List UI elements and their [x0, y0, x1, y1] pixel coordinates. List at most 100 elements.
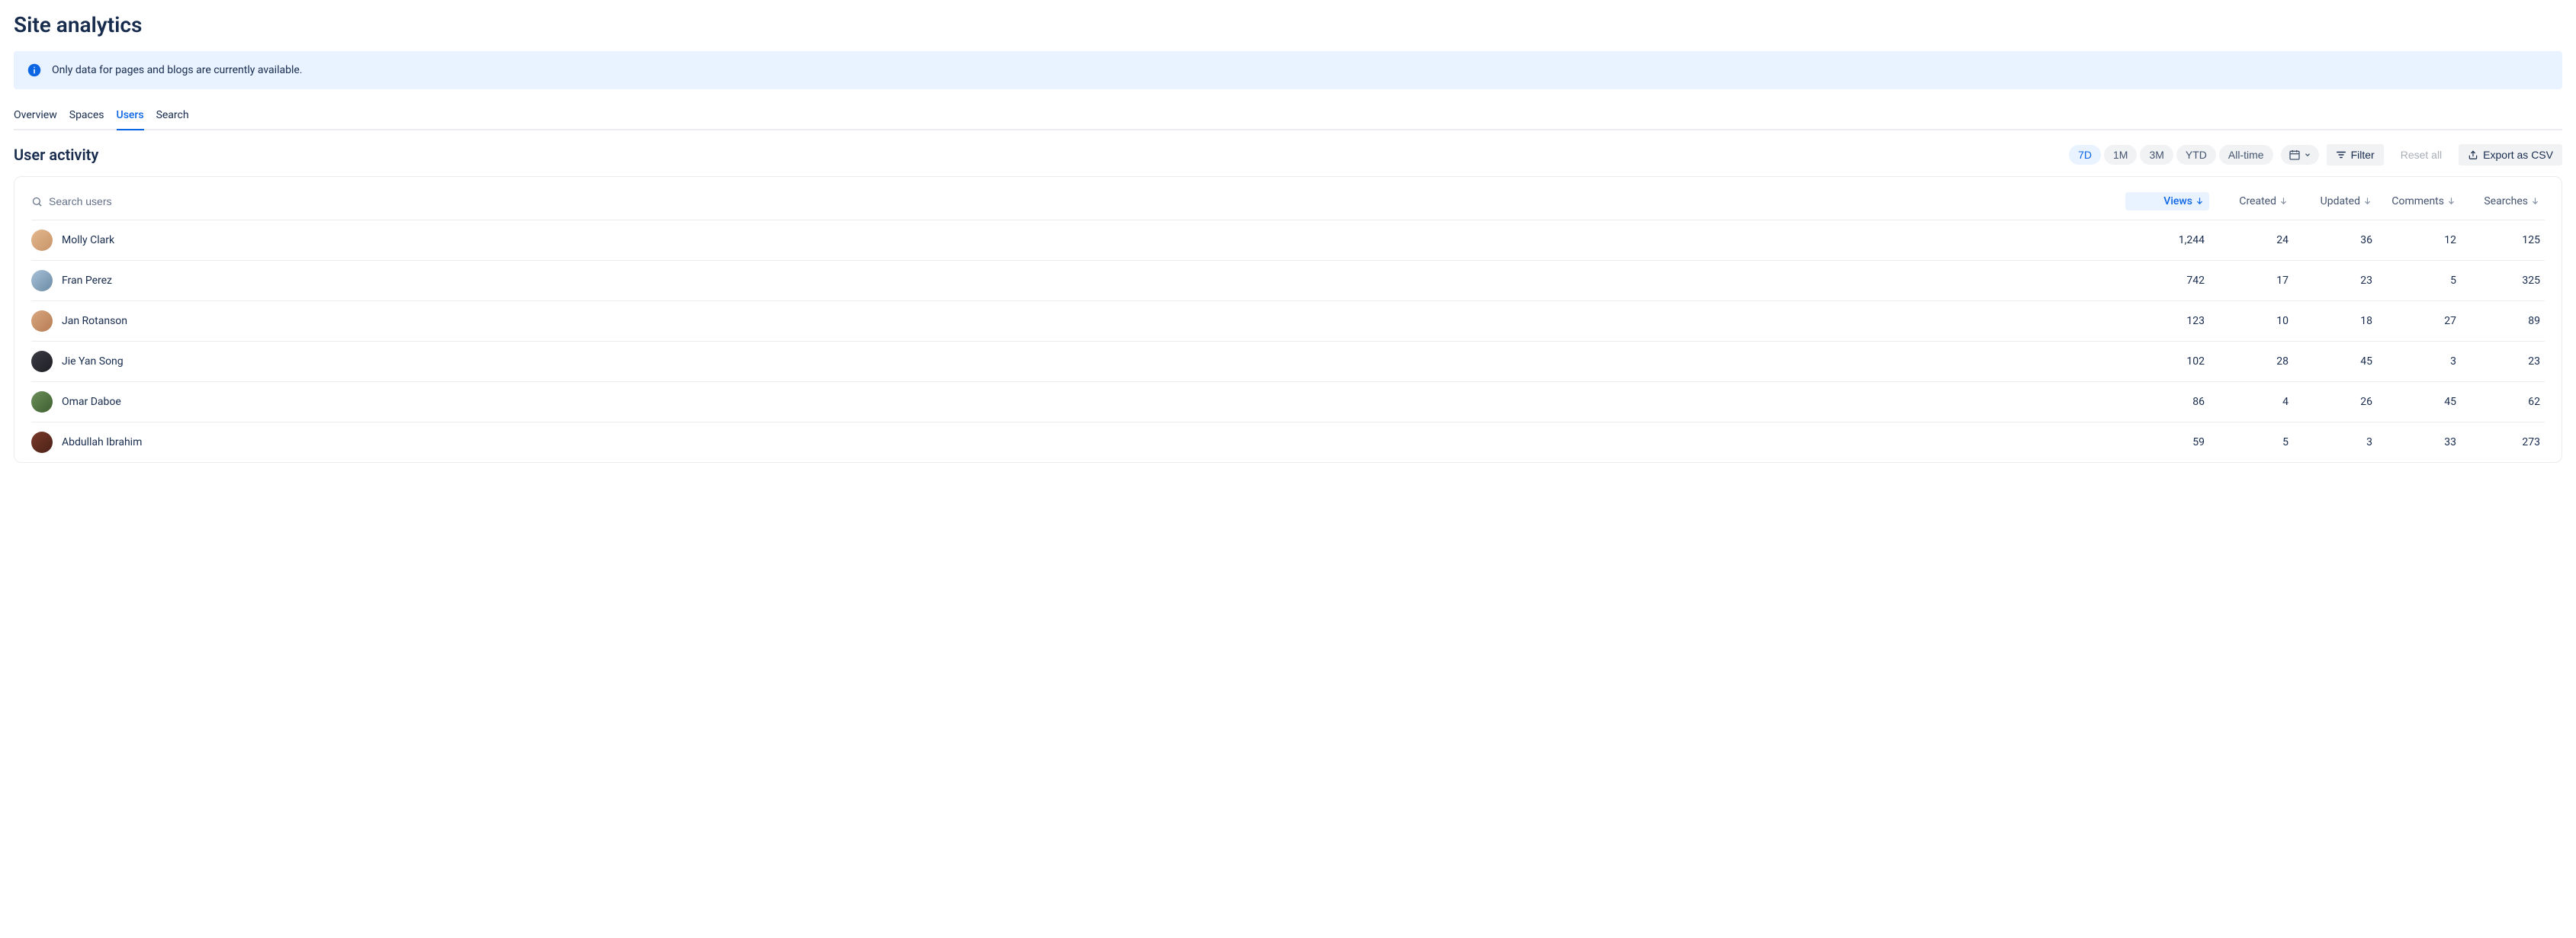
- searches-cell: 23: [2461, 355, 2545, 368]
- views-cell: 123: [2125, 315, 2209, 327]
- updated-cell: 23: [2293, 275, 2377, 287]
- sort-arrow-down-icon: [2363, 197, 2372, 206]
- export-button-label: Export as CSV: [2483, 149, 2553, 161]
- tab-search[interactable]: Search: [156, 104, 189, 130]
- info-icon: [27, 63, 41, 77]
- range-pill-7d[interactable]: 7D: [2069, 145, 2101, 165]
- comments-cell: 3: [2377, 355, 2461, 368]
- searches-cell: 62: [2461, 396, 2545, 408]
- updated-cell: 18: [2293, 315, 2377, 327]
- views-cell: 1,244: [2125, 234, 2209, 246]
- avatar: [31, 351, 53, 372]
- table-row[interactable]: Abdullah Ibrahim595333273: [31, 422, 2545, 462]
- user-name: Molly Clark: [62, 234, 114, 246]
- views-cell: 102: [2125, 355, 2209, 368]
- range-pill-all-time[interactable]: All-time: [2219, 145, 2273, 165]
- created-cell: 4: [2209, 396, 2293, 408]
- reset-button[interactable]: Reset all: [2391, 144, 2451, 165]
- user-name: Abdullah Ibrahim: [62, 436, 142, 448]
- column-header-views[interactable]: Views: [2125, 192, 2209, 210]
- calendar-icon: [2289, 149, 2301, 161]
- avatar: [31, 230, 53, 251]
- search-input[interactable]: [49, 195, 201, 207]
- table-header-row: Views Created Updated Comments Searches: [31, 181, 2545, 220]
- export-icon: [2468, 149, 2478, 160]
- views-cell: 59: [2125, 436, 2209, 448]
- updated-cell: 45: [2293, 355, 2377, 368]
- column-header-label: Created: [2239, 195, 2276, 207]
- filter-icon: [2336, 149, 2346, 160]
- searches-cell: 325: [2461, 275, 2545, 287]
- views-cell: 86: [2125, 396, 2209, 408]
- avatar: [31, 432, 53, 453]
- search-users[interactable]: [31, 195, 2125, 207]
- user-cell: Jie Yan Song: [31, 351, 2125, 372]
- updated-cell: 36: [2293, 234, 2377, 246]
- comments-cell: 45: [2377, 396, 2461, 408]
- table-row[interactable]: Jan Rotanson12310182789: [31, 301, 2545, 342]
- avatar: [31, 270, 53, 291]
- avatar: [31, 310, 53, 332]
- created-cell: 24: [2209, 234, 2293, 246]
- created-cell: 28: [2209, 355, 2293, 368]
- user-cell: Molly Clark: [31, 230, 2125, 251]
- comments-cell: 5: [2377, 275, 2461, 287]
- table-row[interactable]: Molly Clark 1,244243612125: [31, 220, 2545, 261]
- column-header-label: Views: [2163, 195, 2192, 207]
- user-name: Jie Yan Song: [62, 355, 124, 368]
- info-banner-text: Only data for pages and blogs are curren…: [52, 64, 302, 76]
- user-activity-table: Views Created Updated Comments Searches Moll…: [14, 176, 2562, 463]
- searches-cell: 125: [2461, 234, 2545, 246]
- section-title: User activity: [14, 146, 98, 164]
- user-cell: Omar Daboe: [31, 391, 2125, 413]
- table-row[interactable]: Omar Daboe 864264562: [31, 382, 2545, 422]
- user-name: Omar Daboe: [62, 396, 121, 408]
- sort-arrow-down-icon: [2531, 197, 2540, 206]
- table-row[interactable]: Fran Perez 74217235325: [31, 261, 2545, 301]
- searches-cell: 89: [2461, 315, 2545, 327]
- column-header-created[interactable]: Created: [2209, 192, 2293, 210]
- column-header-comments[interactable]: Comments: [2377, 192, 2461, 210]
- range-pill-ytd[interactable]: YTD: [2176, 145, 2216, 165]
- range-pill-1m[interactable]: 1M: [2104, 145, 2137, 165]
- column-header-label: Searches: [2484, 195, 2528, 207]
- reset-button-label: Reset all: [2401, 149, 2442, 161]
- searches-cell: 273: [2461, 436, 2545, 448]
- comments-cell: 12: [2377, 234, 2461, 246]
- tab-overview[interactable]: Overview: [14, 104, 57, 130]
- column-header-updated[interactable]: Updated: [2293, 192, 2377, 210]
- user-name: Fran Perez: [62, 275, 112, 287]
- info-banner: Only data for pages and blogs are curren…: [14, 51, 2562, 89]
- comments-cell: 33: [2377, 436, 2461, 448]
- user-cell: Fran Perez: [31, 270, 2125, 291]
- column-header-label: Updated: [2321, 195, 2360, 207]
- filter-button[interactable]: Filter: [2327, 144, 2384, 165]
- chevron-down-icon: [2304, 151, 2311, 159]
- column-header-searches[interactable]: Searches: [2461, 192, 2545, 210]
- export-button[interactable]: Export as CSV: [2459, 144, 2562, 165]
- filter-button-label: Filter: [2351, 149, 2375, 161]
- date-picker-button[interactable]: [2281, 145, 2319, 165]
- sort-arrow-down-icon: [2195, 197, 2205, 206]
- tab-spaces[interactable]: Spaces: [69, 104, 104, 130]
- updated-cell: 26: [2293, 396, 2377, 408]
- tabs: Overview Spaces Users Search: [14, 104, 2562, 130]
- created-cell: 17: [2209, 275, 2293, 287]
- sort-arrow-down-icon: [2447, 197, 2456, 206]
- user-cell: Jan Rotanson: [31, 310, 2125, 332]
- created-cell: 5: [2209, 436, 2293, 448]
- date-range-group: 7D1M3MYTDAll-time: [2069, 145, 2272, 165]
- range-pill-3m[interactable]: 3M: [2140, 145, 2173, 165]
- table-row[interactable]: Jie Yan Song 1022845323: [31, 342, 2545, 382]
- tab-users[interactable]: Users: [117, 104, 144, 130]
- user-name: Jan Rotanson: [62, 315, 127, 327]
- column-header-label: Comments: [2391, 195, 2444, 207]
- controls: 7D1M3MYTDAll-time Filter Reset all Expor…: [2069, 144, 2562, 165]
- avatar: [31, 391, 53, 413]
- views-cell: 742: [2125, 275, 2209, 287]
- sort-arrow-down-icon: [2279, 197, 2289, 206]
- comments-cell: 27: [2377, 315, 2461, 327]
- page-title: Site analytics: [14, 12, 2562, 37]
- user-cell: Abdullah Ibrahim: [31, 432, 2125, 453]
- updated-cell: 3: [2293, 436, 2377, 448]
